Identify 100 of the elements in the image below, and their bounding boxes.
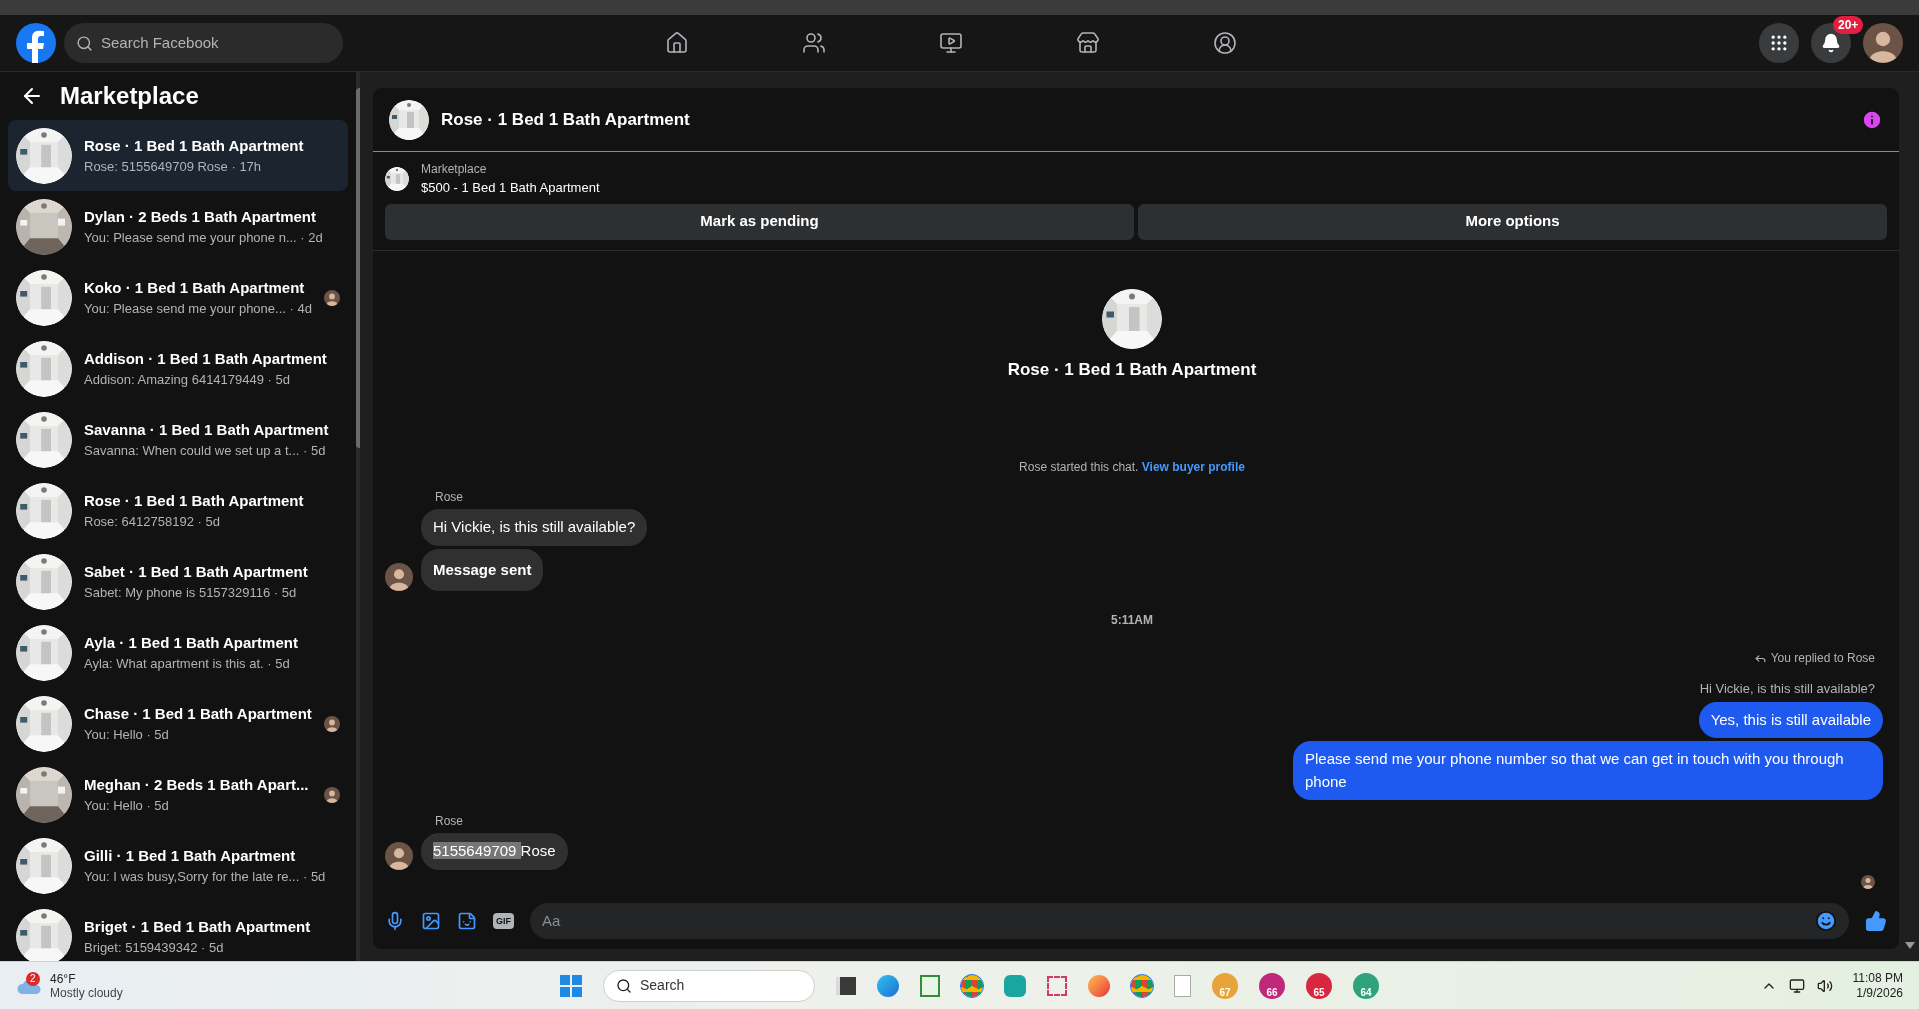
listing-title: $500 - 1 Bed 1 Bath Apartment (421, 179, 600, 197)
conversation-title: Chase · 1 Bed 1 Bath Apartment (84, 703, 312, 724)
gauge-number: 65 (1313, 986, 1325, 999)
conversation-preview: Sabet: My phone is 5157329116 · 5d (84, 584, 298, 602)
conversation-item[interactable]: Rose · 1 Bed 1 Bath Apartment Rose: 5155649709 Rose · 17h (8, 120, 348, 191)
conversation-title: Sabet · 1 Bed 1 Bath Apartment (84, 561, 309, 582)
gauge-app-icon[interactable]: 66 (1259, 972, 1285, 999)
facebook-logo[interactable] (16, 23, 56, 63)
avatar (385, 563, 413, 591)
avatar (385, 841, 413, 870)
conversation-title: Addison · 1 Bed 1 Bath Apartment (84, 348, 328, 369)
intro-title: Rose · 1 Bed 1 Bath Apartment (1007, 358, 1257, 381)
temperature: 46°F (50, 971, 77, 986)
store-icon[interactable] (1076, 31, 1100, 55)
search-placeholder: Search (640, 976, 685, 995)
conversation-item[interactable]: Ayla · 1 Bed 1 Bath Apartment Ayla: What apartment is this at. · 5d (8, 617, 348, 688)
listing-label: Marketplace (421, 161, 488, 178)
info-icon[interactable] (1861, 108, 1883, 131)
conversation-preview: Rose: 5155649709 Rose · 17h (84, 158, 263, 176)
avatar (1863, 23, 1903, 63)
taskbar-search[interactable]: Search (603, 969, 815, 1002)
conversation-preview: You: Hello · 5d (84, 797, 170, 815)
message-input[interactable]: Aa (530, 903, 1849, 939)
conversation-item[interactable]: Savanna · 1 Bed 1 Bath Apartment Savanna: When could we set up a t... · 5d (8, 404, 348, 475)
friends-icon[interactable] (802, 31, 826, 55)
conversation-title: Ayla · 1 Bed 1 Bath Apartment (84, 632, 299, 653)
emoji-icon[interactable] (1815, 910, 1837, 932)
search-icon (616, 977, 632, 994)
chat-started-note: Rose started this chat. View buyer profile (1019, 459, 1245, 476)
conversation-preview: You: I was busy,Sorry for the late re... · 5d (84, 868, 327, 886)
conversation-preview: You: Hello · 5d (84, 726, 170, 744)
conversation-title: Rose · 1 Bed 1 Bath Apartment (84, 490, 305, 511)
conversation-item[interactable]: Addison · 1 Bed 1 Bath Apartment Addison: Amazing 6414179449 · 5d (8, 333, 348, 404)
video-icon[interactable] (939, 31, 963, 55)
conversation-item[interactable]: Rose · 1 Bed 1 Bath Apartment Rose: 6412758192 · 5d (8, 475, 348, 546)
conversation-item[interactable]: Gilli · 1 Bed 1 Bath Apartment You: I was busy,Sorry for the late re... · 5d (8, 830, 348, 901)
network-icon[interactable] (1788, 977, 1805, 994)
sender-name: Rose (435, 813, 464, 830)
grid-icon (1769, 33, 1789, 53)
conversation-preview: You: Please send me your phone n... · 2d (84, 229, 324, 247)
conversation-item[interactable]: Dylan · 2 Beds 1 Bath Apartment You: Please send me your phone n... · 2d (8, 191, 348, 262)
action-button[interactable]: More options (1138, 203, 1887, 240)
message-bubble: Please send me your phone number so that we can get in touch with you through phone (1293, 741, 1883, 800)
gauge-number: 64 (1360, 986, 1372, 999)
avatar (323, 786, 340, 803)
conversation-preview: Ayla: What apartment is this at. · 5d (84, 655, 291, 673)
sidebar-title: Marketplace (60, 81, 199, 111)
reply-note: You replied to Rose (1770, 650, 1875, 667)
conversation-title: Rose · 1 Bed 1 Bath Apartment (84, 135, 305, 156)
home-icon[interactable] (665, 31, 689, 55)
gauge-number: 67 (1219, 986, 1231, 999)
conversation-title: Meghan · 2 Beds 1 Bath Apart... (84, 774, 310, 795)
conversation-preview: Briget: 5159439342 · 5d (84, 939, 225, 957)
conversation-title: Dylan · 2 Beds 1 Bath Apartment (84, 206, 317, 227)
conversation-item[interactable]: Meghan · 2 Beds 1 Bath Apart... You: Hello · 5d (8, 759, 348, 830)
search-icon (76, 34, 93, 52)
file-explorer-icon[interactable] (836, 976, 856, 995)
message-bubble: Hi Vickie, is this still available? (421, 509, 648, 546)
conversation-preview: You: Please send me your phone... · 4d (84, 300, 312, 318)
search-field[interactable]: Search Facebook (64, 23, 343, 63)
conversation-item[interactable]: Koko · 1 Bed 1 Bath Apartment You: Please send me your phone... · 4d (8, 262, 348, 333)
avatar (323, 289, 340, 306)
chat-title: Rose · 1 Bed 1 Bath Apartment (441, 108, 690, 131)
timestamp: 5:11AM (1111, 612, 1153, 629)
avatar (323, 715, 340, 732)
conversation-title: Briget · 1 Bed 1 Bath Apartment (84, 916, 312, 937)
start-icon[interactable] (560, 974, 582, 997)
conversation-title: Savanna · 1 Bed 1 Bath Apartment (84, 419, 330, 440)
browser-icon[interactable] (877, 974, 899, 997)
conversation-item[interactable]: Sabet · 1 Bed 1 Bath Apartment Sabet: My phone is 5157329116 · 5d (8, 546, 348, 617)
buyer-profile-link[interactable]: View buyer profile (1141, 460, 1245, 474)
profile-circle-icon[interactable] (1213, 31, 1237, 55)
bell-icon (1821, 33, 1841, 53)
conversation-preview: Rose: 6412758192 · 5d (84, 513, 221, 531)
microphone-icon[interactable] (385, 911, 405, 931)
message-bubble: 5155649709 Rose (421, 833, 568, 870)
avatar (1861, 875, 1875, 889)
sender-name: Rose (435, 489, 464, 506)
action-button[interactable]: Mark as pending (385, 203, 1134, 240)
sticker-icon[interactable] (457, 911, 477, 931)
message-bubble: Yes, this is still available (1698, 701, 1883, 738)
gauge-number: 66 (1266, 986, 1278, 999)
message-placeholder: Aa (542, 910, 561, 931)
app-icon[interactable] (1004, 974, 1026, 997)
chart-app-icon[interactable] (920, 974, 940, 997)
photo-icon[interactable] (421, 911, 441, 931)
clock-time: 11:08 PM (1852, 970, 1903, 986)
like-icon[interactable] (1865, 910, 1887, 932)
conversation-item[interactable]: Chase · 1 Bed 1 Bath Apartment You: Hello · 5d (8, 688, 348, 759)
search-placeholder: Search Facebook (101, 32, 219, 53)
clock-date: 1/9/2026 (1856, 985, 1903, 1001)
firefox-icon[interactable] (1088, 974, 1110, 997)
conversation-item[interactable]: Briget · 1 Bed 1 Bath Apartment Briget: 5159439342 · 5d (8, 901, 348, 961)
gif-button[interactable]: GIF (493, 913, 514, 929)
volume-icon[interactable] (1816, 977, 1833, 994)
gauge-app-icon[interactable]: 65 (1306, 972, 1332, 999)
menu-grid-button[interactable] (1759, 23, 1799, 63)
snipping-tool-icon[interactable] (1047, 975, 1067, 996)
conversation-preview: Savanna: When could we set up a t... · 5d (84, 442, 327, 460)
weather-condition: Mostly cloudy (50, 985, 123, 1000)
